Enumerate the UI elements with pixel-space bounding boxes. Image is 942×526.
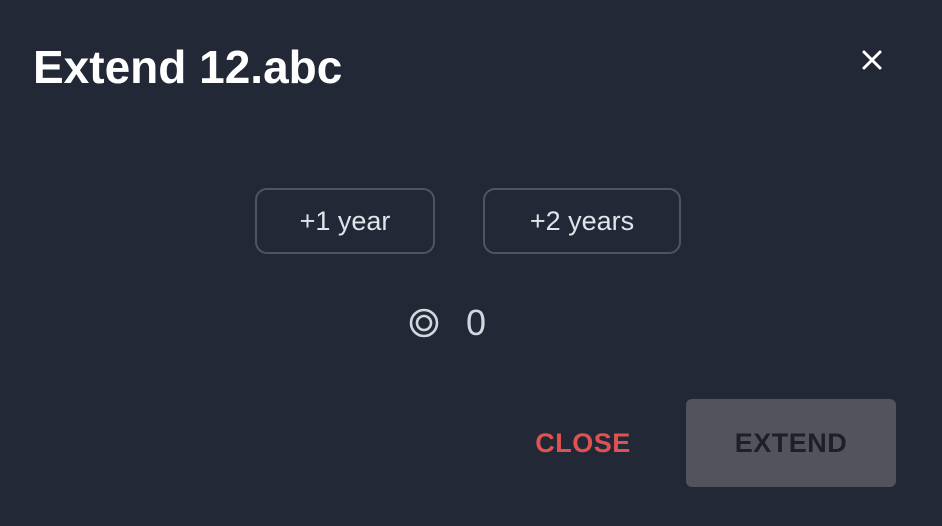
close-x-icon <box>861 49 883 71</box>
extend-dialog: Extend 12.abc +1 year +2 years 0 CLOSE E… <box>0 0 942 526</box>
dialog-close-button[interactable] <box>852 40 892 80</box>
dialog-title: Extend 12.abc <box>33 41 343 93</box>
close-button[interactable]: CLOSE <box>520 418 646 468</box>
coin-icon <box>408 307 440 339</box>
extend-button[interactable]: EXTEND <box>686 399 896 487</box>
extension-cost: 0 <box>408 300 486 346</box>
extend-2-years-button[interactable]: +2 years <box>483 188 681 254</box>
extend-1-year-button[interactable]: +1 year <box>255 188 435 254</box>
cost-value: 0 <box>466 302 487 343</box>
